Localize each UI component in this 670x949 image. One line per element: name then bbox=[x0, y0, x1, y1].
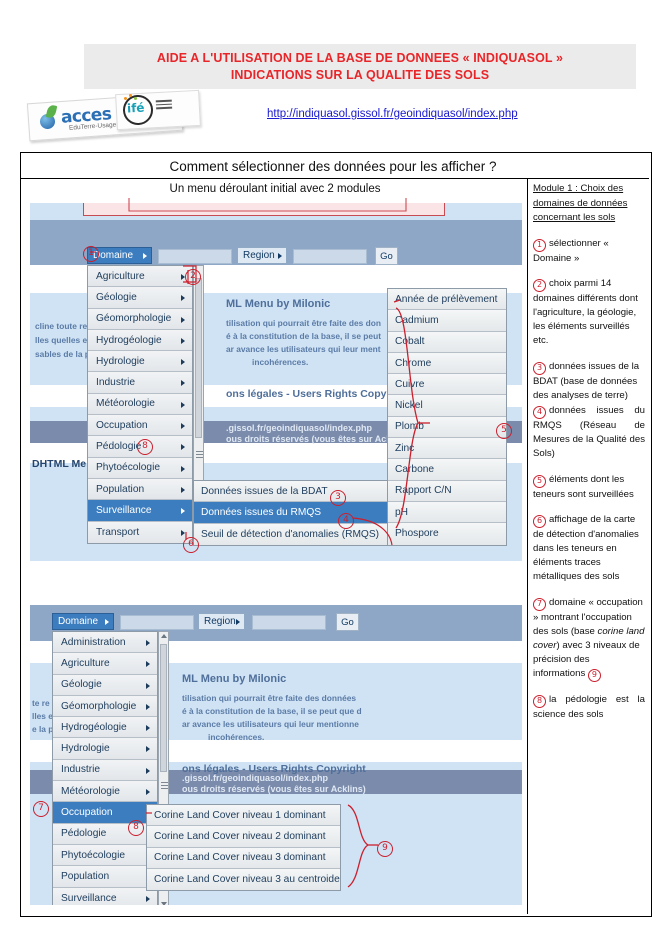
chevron-right-icon bbox=[146, 640, 150, 646]
region-value-input-2[interactable] bbox=[252, 615, 326, 630]
scrollbar-grip bbox=[161, 782, 168, 783]
bg2-left-3: e la p bbox=[32, 724, 54, 734]
bg2-line-4: incohérences. bbox=[208, 732, 265, 742]
bg2-line-1: tilisation qui pourrait être faite des d… bbox=[182, 693, 357, 703]
menu-item-label: Géomorphologie bbox=[61, 700, 137, 712]
note-2: 2 choix parmi 14 domaines différents dont… bbox=[533, 277, 645, 349]
header-title-line-2: INDICATIONS SUR LA QUALITE DES SOLS bbox=[230, 67, 490, 82]
annotation-pink-box-outline bbox=[128, 198, 407, 212]
bg2-line-2: é à la constitution de la base, il se pe… bbox=[182, 706, 362, 716]
menu-item-label: Surveillance bbox=[61, 892, 117, 904]
menu-item-label: Pédologie bbox=[61, 828, 107, 840]
note-text-8: la pédologie est la science des sols bbox=[533, 694, 645, 721]
page-header-banner: AIDE A L'UTILISATION DE LA BASE DE DONNE… bbox=[84, 44, 636, 89]
annotation-strokes-2 bbox=[146, 804, 378, 888]
chevron-right-icon bbox=[236, 619, 240, 625]
menu2-item-hydrologie[interactable]: Hydrologie bbox=[53, 738, 157, 760]
bg2-legal-url: .gissol.fr/geoindiquasol/index.php bbox=[182, 773, 329, 783]
menu2-item-geologie[interactable]: Géologie bbox=[53, 674, 157, 696]
notes-heading: Module 1 : Choix des domaines de données… bbox=[533, 183, 628, 223]
menu-item-label: Géologie bbox=[61, 679, 102, 691]
menu-item-label: Industrie bbox=[61, 764, 101, 776]
note-inline-marker-9: 9 bbox=[587, 669, 601, 683]
chevron-right-icon bbox=[146, 661, 150, 668]
domaine-menu-button-2[interactable]: Domaine bbox=[52, 613, 114, 630]
note-number-8: 8 bbox=[533, 695, 546, 709]
annotation-strokes-1 bbox=[90, 251, 430, 546]
marker-6: 6 bbox=[183, 537, 199, 553]
menu2-item-geomorphologie[interactable]: Géomorphologie bbox=[53, 695, 157, 718]
menu-item-label: Occupation bbox=[61, 807, 113, 819]
note-text-5: éléments dont les teneurs sont surveillé… bbox=[533, 473, 634, 500]
header-title-line-1: AIDE A L'UTILISATION DE LA BASE DE DONNE… bbox=[156, 50, 564, 65]
ife-bars-icon bbox=[155, 99, 173, 112]
note-8: 8 la pédologie est la science des sols bbox=[533, 693, 645, 722]
scroll-up-icon[interactable] bbox=[161, 634, 167, 638]
note-5: 5 éléments dont les teneurs sont surveill… bbox=[533, 473, 645, 502]
chevron-right-icon bbox=[146, 725, 150, 732]
indiquasol-url-link[interactable]: http://indiquasol.gissol.fr/geoindiquaso… bbox=[267, 108, 518, 120]
menu2-item-agriculture[interactable]: Agriculture bbox=[53, 653, 157, 675]
bg2-left-2: lles e bbox=[32, 711, 53, 721]
region-menu-button-2[interactable]: Region bbox=[198, 613, 245, 630]
marker-1: 1 bbox=[83, 246, 99, 262]
menu-item-label: Agriculture bbox=[61, 657, 110, 669]
notes-column: Module 1 : Choix des domaines de données… bbox=[533, 182, 645, 723]
note-text-2: choix parmi 14 domaines différents dont … bbox=[533, 277, 638, 347]
note-1: 1 sélectionner « Domaine » bbox=[533, 237, 645, 266]
chevron-right-icon bbox=[146, 746, 150, 753]
menu-item-label: Phytoécologie bbox=[61, 849, 126, 861]
chevron-right-icon bbox=[146, 682, 150, 689]
note-4: 4 données issues du RMQS (Réseau de Mesur… bbox=[533, 404, 645, 462]
acces-eduterre-logo: acces EduTerre-Usages ifé bbox=[26, 89, 201, 142]
scrollbar-grip bbox=[161, 785, 168, 786]
section-subtitle: Un menu déroulant initial avec 2 modules bbox=[169, 183, 381, 195]
domaine-value-input-2[interactable] bbox=[120, 615, 194, 630]
title-divider bbox=[21, 178, 649, 180]
domaine-menu-label: Domaine bbox=[58, 616, 99, 627]
note-7: 7 domaine « occupation » montrant l'occup… bbox=[533, 596, 645, 683]
marker-8-bottom: 8 bbox=[128, 820, 144, 836]
marker-5: 5 bbox=[496, 423, 512, 439]
menu-item-label: Météorologie bbox=[61, 785, 120, 797]
note-6: 6 affichage de la carte de détection d'an… bbox=[533, 513, 645, 585]
chevron-right-icon bbox=[146, 767, 150, 774]
scrollbar-grip bbox=[161, 788, 168, 789]
page-title: Comment sélectionner des données pour le… bbox=[169, 158, 497, 174]
chevron-right-icon bbox=[105, 619, 109, 625]
chevron-right-icon bbox=[146, 703, 150, 710]
note-text-3: données issues de la BDAT (base de donné… bbox=[533, 360, 640, 401]
note-text-4: données issues du RMQS (Réseau de Mesure… bbox=[533, 404, 645, 460]
menu-item-label: Hydrogéologie bbox=[61, 721, 127, 733]
bg2-line-3: ar avance les utilisateurs qui leur ment… bbox=[182, 719, 359, 729]
marker-7: 7 bbox=[33, 801, 49, 817]
region-menu-label: Region bbox=[204, 616, 236, 627]
menu2-item-administration[interactable]: Administration bbox=[53, 632, 157, 654]
menu-item-label: Administration bbox=[61, 636, 126, 648]
ife-logo-text: ifé bbox=[126, 100, 145, 116]
marker-9: 9 bbox=[377, 841, 393, 857]
bg2-heading: ML Menu by Milonic bbox=[182, 673, 287, 685]
bg2-legal-rights: ous droits réservés (vous êtes sur Ackli… bbox=[182, 784, 366, 794]
marker-2: 2 bbox=[185, 269, 201, 285]
menu2-item-industrie[interactable]: Industrie bbox=[53, 759, 157, 782]
menu-item-label: Population bbox=[61, 870, 110, 882]
marker-8-top: 8 bbox=[137, 439, 153, 455]
note-text-6: affichage de la carte de détection d'ano… bbox=[533, 513, 639, 583]
bg2-left-1: te re bbox=[32, 698, 50, 708]
scrollbar-thumb[interactable] bbox=[160, 644, 167, 772]
marker-3: 3 bbox=[330, 490, 346, 506]
menu-item-label: Hydrologie bbox=[61, 743, 110, 755]
marker-4: 4 bbox=[338, 513, 354, 529]
note-3: 3 données issues de la BDAT (base de donn… bbox=[533, 360, 645, 403]
note-number-7: 7 bbox=[533, 597, 546, 611]
go-button-2[interactable]: Go bbox=[336, 613, 359, 631]
menu2-item-hydrogeologie[interactable]: Hydrogéologie bbox=[53, 717, 157, 739]
